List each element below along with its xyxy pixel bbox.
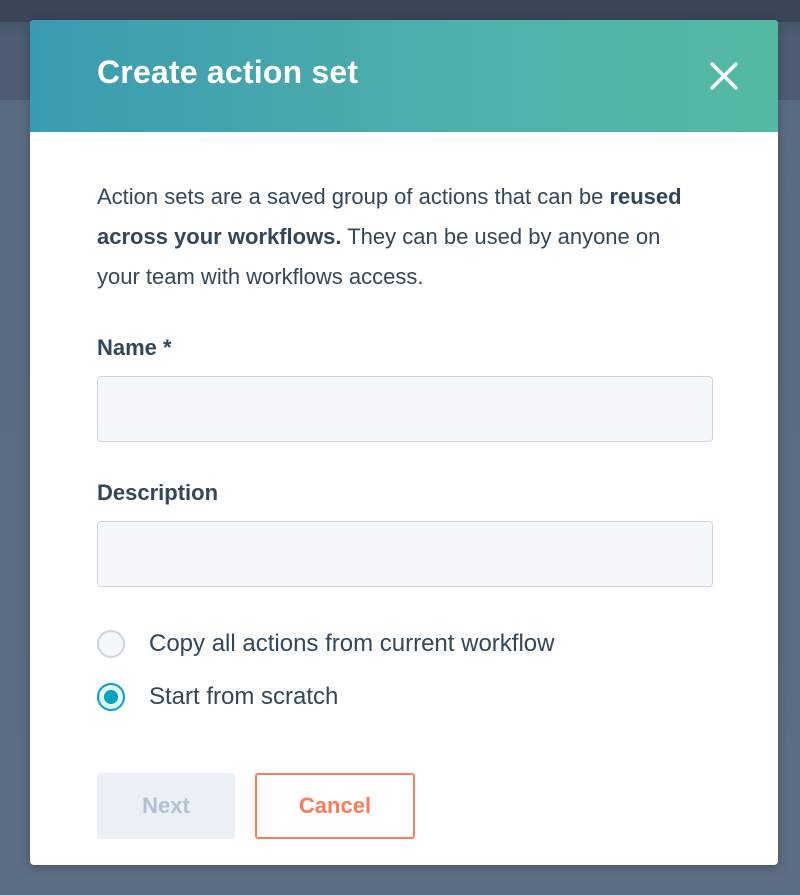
radio-button-checked[interactable]	[97, 682, 125, 711]
backdrop-topbar	[0, 0, 800, 22]
name-input[interactable]	[97, 376, 713, 442]
modal-header: Create action set	[30, 20, 778, 132]
next-button[interactable]: Next	[97, 773, 235, 839]
radio-button-unchecked[interactable]	[97, 629, 125, 658]
radio-option-copy-actions[interactable]: Copy all actions from current workflow	[97, 617, 711, 670]
cancel-button[interactable]: Cancel	[255, 773, 415, 839]
intro-text: Action sets are a saved group of actions…	[97, 132, 697, 297]
radio-option-start-scratch[interactable]: Start from scratch	[97, 670, 711, 723]
close-icon	[710, 62, 738, 90]
modal-actions: Next Cancel	[97, 773, 711, 839]
create-action-set-modal: Create action set Action sets are a save…	[30, 20, 778, 865]
radio-label-copy-actions: Copy all actions from current workflow	[149, 629, 555, 657]
radio-label-start-scratch: Start from scratch	[149, 682, 339, 710]
modal-body: Action sets are a saved group of actions…	[30, 132, 778, 839]
description-label: Description	[97, 480, 219, 505]
backdrop-left-shape	[0, 40, 30, 100]
modal-title: Create action set	[97, 54, 359, 90]
name-label: Name *	[97, 335, 172, 360]
close-button[interactable]	[708, 60, 740, 92]
backdrop-right-shape	[778, 40, 800, 100]
source-radio-group: Copy all actions from current workflow S…	[97, 617, 711, 723]
intro-prefix: Action sets are a saved group of actions…	[97, 184, 610, 209]
description-input[interactable]	[97, 521, 713, 587]
